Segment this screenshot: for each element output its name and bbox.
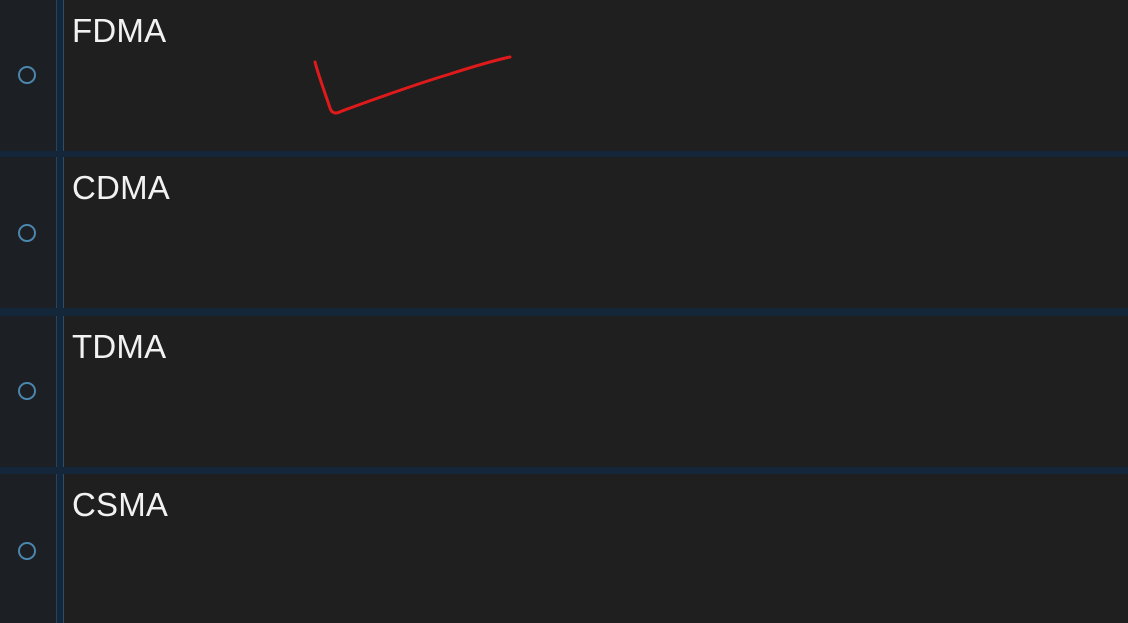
radio-cell[interactable]: [0, 0, 57, 151]
radio-cell[interactable]: [0, 474, 57, 623]
radio-cell[interactable]: [0, 157, 57, 308]
option-text-cell[interactable]: CSMA: [63, 474, 1128, 623]
radio-cell[interactable]: [0, 316, 57, 467]
option-row-csma[interactable]: CSMA: [0, 474, 1128, 623]
radio-unchecked-icon[interactable]: [18, 542, 36, 560]
option-text-cell[interactable]: CDMA: [63, 157, 1128, 308]
option-label: CSMA: [72, 486, 169, 523]
option-row-tdma[interactable]: TDMA: [0, 316, 1128, 467]
answer-options-list: FDMA CDMA TDMA CSMA: [0, 0, 1128, 623]
option-text-cell[interactable]: TDMA: [63, 316, 1128, 467]
option-row-cdma[interactable]: CDMA: [0, 157, 1128, 308]
option-label: FDMA: [72, 12, 167, 49]
radio-unchecked-icon[interactable]: [18, 66, 36, 84]
option-text-cell[interactable]: FDMA: [63, 0, 1128, 151]
option-label: TDMA: [72, 328, 167, 365]
radio-unchecked-icon[interactable]: [18, 224, 36, 242]
option-label: CDMA: [72, 169, 170, 206]
radio-unchecked-icon[interactable]: [18, 382, 36, 400]
option-row-fdma[interactable]: FDMA: [0, 0, 1128, 151]
